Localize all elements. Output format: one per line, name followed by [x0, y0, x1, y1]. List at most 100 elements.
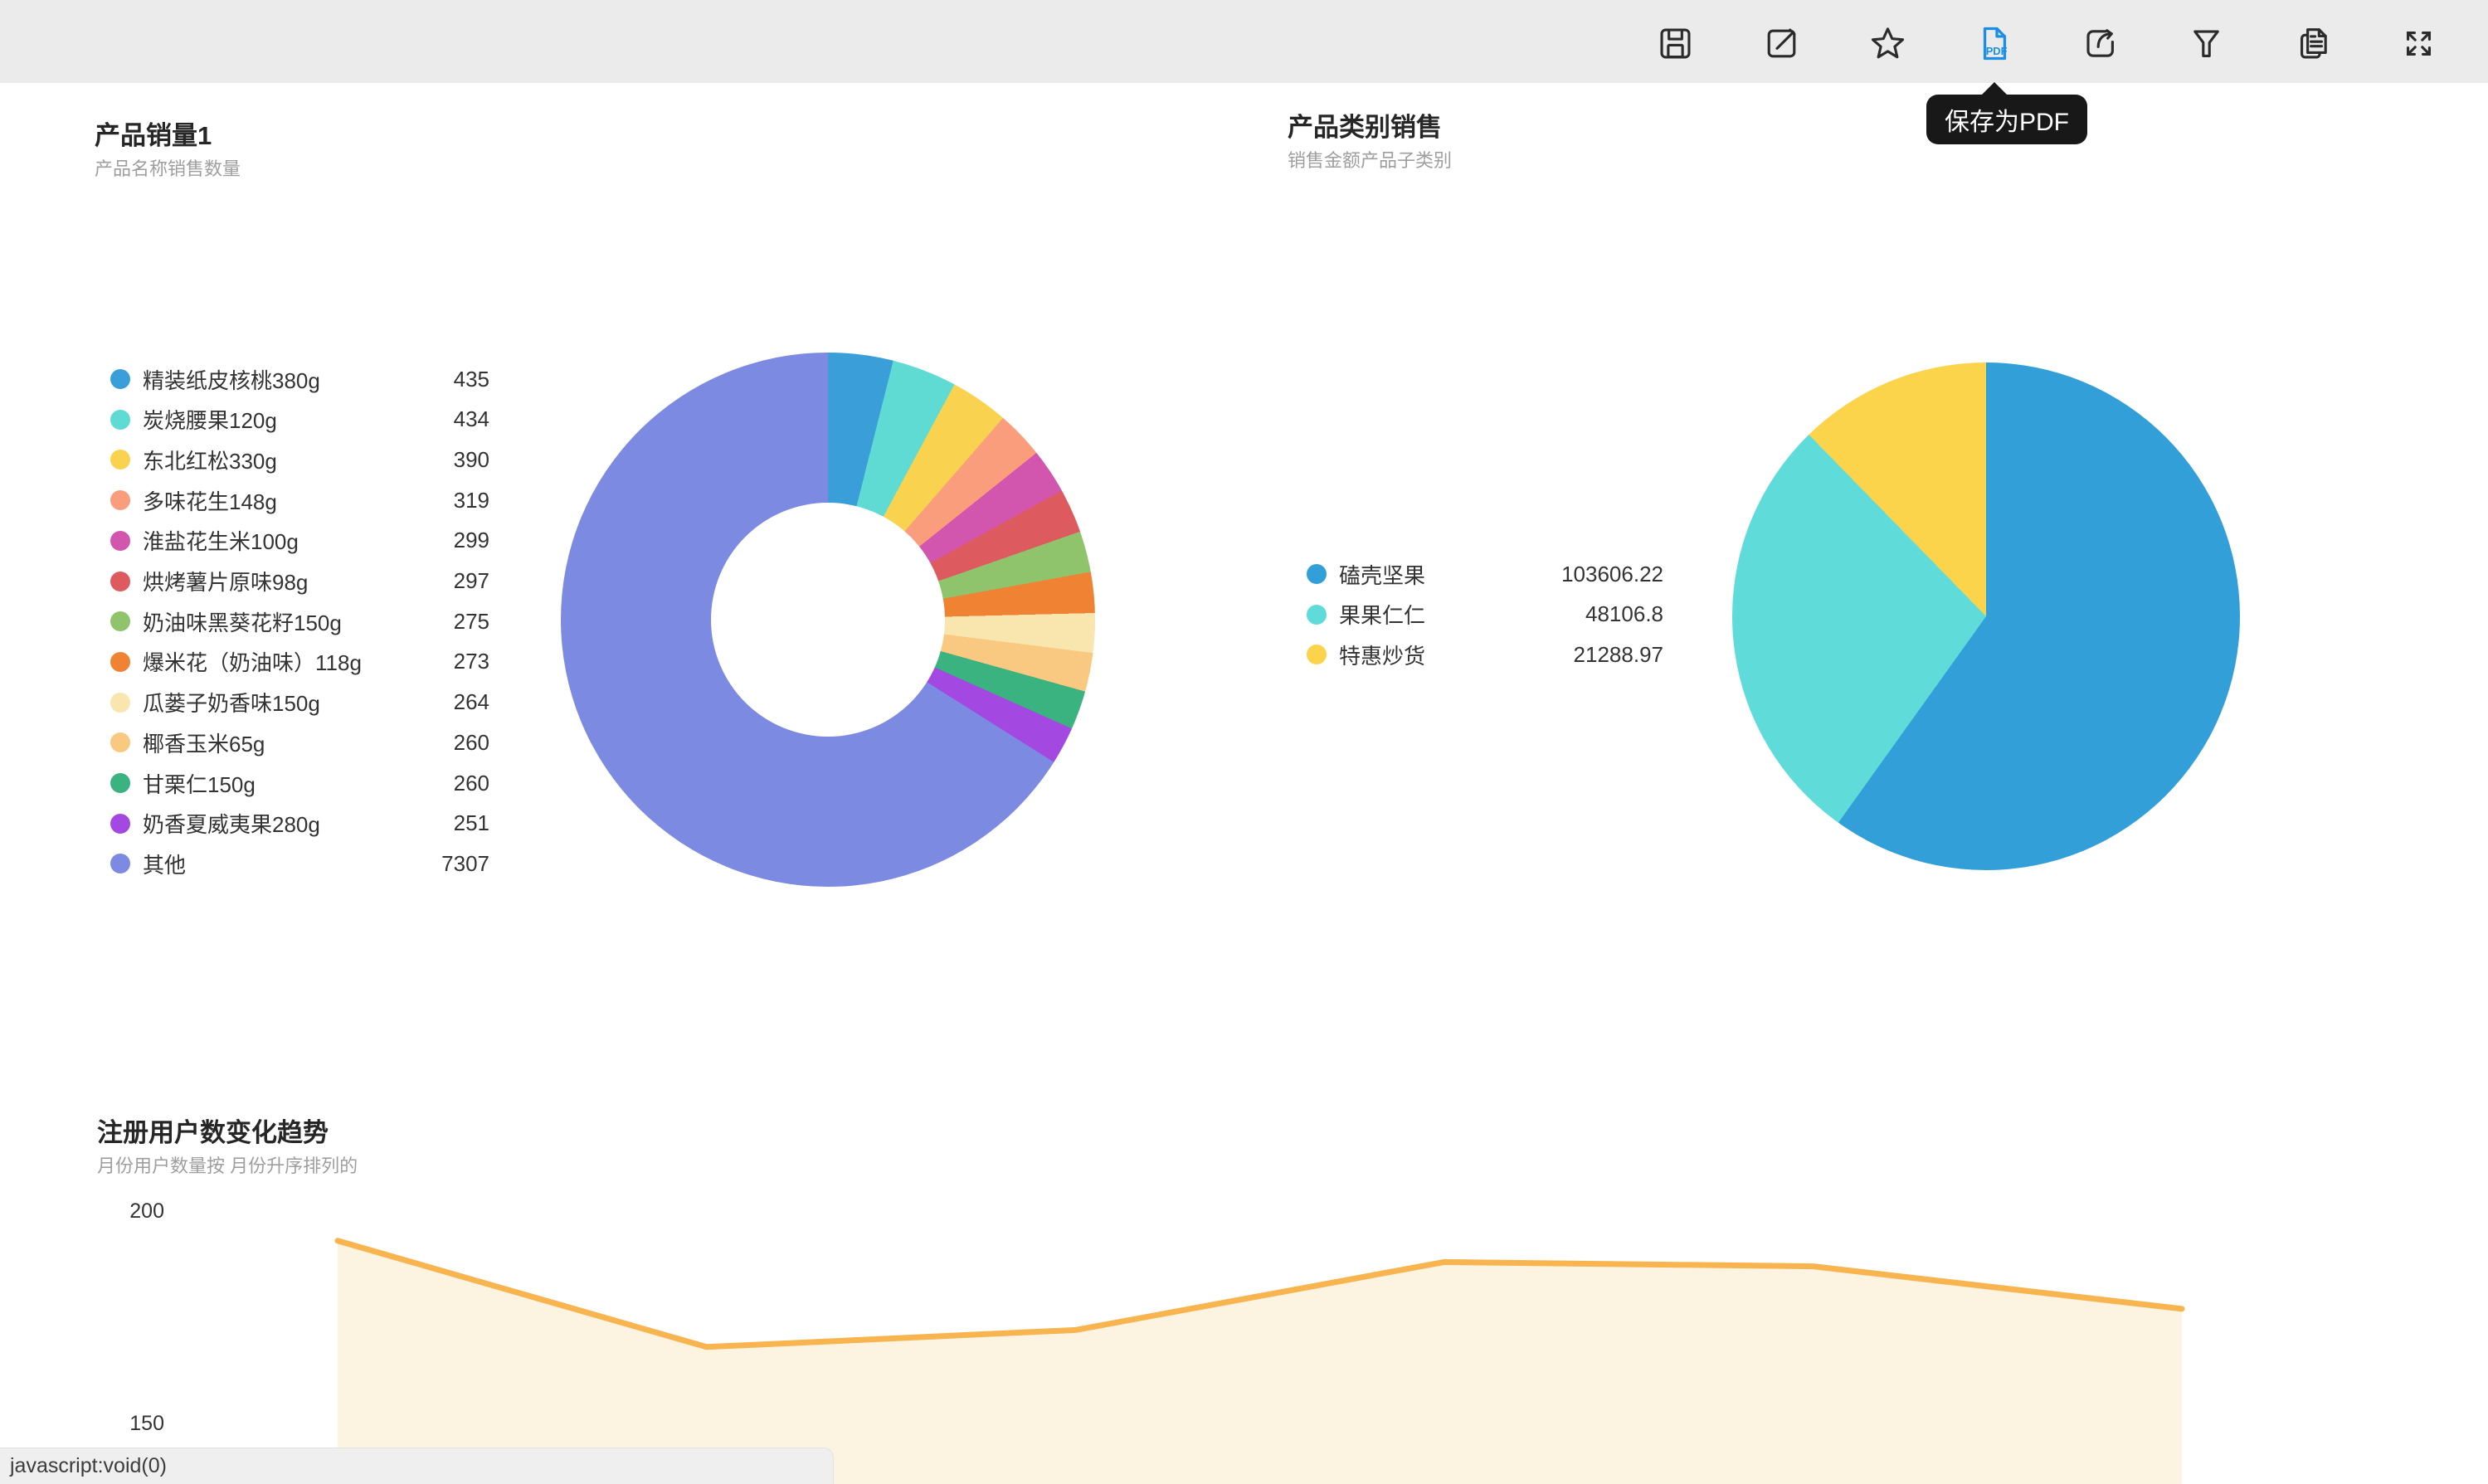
user-trend-area-chart[interactable]	[0, 1186, 2488, 1484]
legend-item[interactable]: 精装纸皮核桃380g 435	[110, 365, 489, 393]
legend-dot	[110, 369, 130, 389]
save-as-pdf-tooltip: 保存为PDF	[1926, 95, 2087, 144]
legend-value: 435	[454, 367, 489, 392]
legend-label: 淮盐花生米100g	[143, 525, 299, 556]
export-pdf-button[interactable]: PDF	[1970, 20, 2017, 66]
legend-dot	[110, 410, 130, 430]
legend-label: 椰香玉米65g	[143, 727, 265, 758]
category-sales-header: 产品类别销售 销售金额产品子类别	[1288, 113, 1452, 172]
status-bar: javascript:void(0)	[0, 1448, 834, 1484]
legend-dot	[110, 814, 130, 834]
legend-dot	[110, 572, 130, 591]
category-sales-subtitle: 销售金额产品子类别	[1288, 150, 1452, 172]
legend-item[interactable]: 瓜蒌子奶香味150g 264	[110, 688, 489, 717]
legend-item[interactable]: 淮盐花生米100g 299	[110, 527, 489, 555]
legend-value: 299	[454, 528, 489, 553]
legend-dot	[110, 773, 130, 793]
legend-dot	[110, 854, 130, 873]
save-button[interactable]	[1652, 20, 1698, 66]
legend-label: 炭烧腰果120g	[143, 404, 277, 435]
legend-item[interactable]: 椰香玉米65g 260	[110, 728, 489, 757]
legend-item[interactable]: 爆米花（奶油味）118g 273	[110, 648, 489, 676]
toolbar: PDF	[0, 0, 2488, 83]
favorite-button[interactable]	[1864, 20, 1911, 66]
filter-icon	[2187, 24, 2226, 63]
legend-label: 特惠炒货	[1339, 640, 1425, 670]
legend-label: 多味花生148g	[143, 485, 277, 516]
legend-label: 甘栗仁150g	[143, 768, 256, 799]
legend-label: 瓜蒌子奶香味150g	[143, 687, 320, 718]
category-sales-pie-chart[interactable]	[1732, 362, 2240, 870]
svg-text:PDF: PDF	[1985, 45, 2007, 57]
edit-icon	[1762, 24, 1801, 63]
legend-value: 260	[454, 771, 489, 796]
legend-label: 爆米花（奶油味）118g	[143, 646, 362, 677]
legend-value: 273	[454, 649, 489, 674]
legend-label: 奶油味黑葵花籽150g	[143, 606, 342, 637]
legend-item[interactable]: 果果仁仁 48106.8	[1307, 601, 1663, 629]
legend-label: 果果仁仁	[1339, 599, 1425, 630]
legend-item[interactable]: 炭烧腰果120g 434	[110, 406, 489, 434]
legend-dot	[1307, 645, 1327, 664]
fullscreen-button[interactable]	[2395, 20, 2442, 66]
legend-value: 319	[454, 488, 489, 513]
legend-value: 297	[454, 568, 489, 594]
user-trend-subtitle: 月份用户数量按 月份升序排列的	[97, 1156, 358, 1177]
legend-value: 251	[454, 810, 489, 836]
product-sales-subtitle: 产品名称销售数量	[95, 158, 241, 180]
legend-label: 磕壳坚果	[1339, 559, 1425, 590]
share-button[interactable]	[2077, 20, 2123, 66]
legend-item[interactable]: 奶香夏威夷果280g 251	[110, 810, 489, 838]
filter-button[interactable]	[2183, 20, 2229, 66]
legend-item[interactable]: 甘栗仁150g 260	[110, 769, 489, 797]
legend-value: 264	[454, 689, 489, 715]
user-trend-header: 注册用户数变化趋势 月份用户数量按 月份升序排列的	[97, 1118, 358, 1177]
legend-dot	[110, 652, 130, 672]
star-icon	[1868, 24, 1907, 63]
edit-button[interactable]	[1758, 20, 1804, 66]
legend-item[interactable]: 东北红松330g 390	[110, 445, 489, 474]
legend-dot	[110, 450, 130, 470]
product-sales-donut-chart[interactable]	[561, 353, 1095, 887]
legend-value: 390	[454, 447, 489, 473]
donut-hole	[711, 503, 945, 737]
tooltip-arrow	[1981, 82, 2008, 95]
legend-dot	[110, 490, 130, 510]
copy-icon	[2293, 24, 2332, 63]
legend-item[interactable]: 多味花生148g 319	[110, 486, 489, 514]
legend-item[interactable]: 特惠炒货 21288.97	[1307, 640, 1663, 669]
fullscreen-icon	[2399, 24, 2438, 63]
legend-value: 260	[454, 730, 489, 756]
legend-value: 7307	[441, 851, 489, 877]
legend-label: 其他	[143, 849, 186, 879]
legend-item[interactable]: 磕壳坚果 103606.22	[1307, 560, 1663, 588]
legend-label: 东北红松330g	[143, 445, 277, 475]
status-bar-text: javascript:void(0)	[10, 1454, 167, 1478]
product-sales-header: 产品销量1 产品名称销售数量	[95, 121, 241, 180]
legend-item[interactable]: 其他 7307	[110, 849, 489, 878]
legend-item[interactable]: 烘烤薯片原味98g 297	[110, 567, 489, 596]
legend-value: 275	[454, 609, 489, 635]
legend-dot	[110, 693, 130, 713]
legend-dot	[1307, 605, 1327, 625]
legend-dot	[110, 611, 130, 631]
save-icon	[1656, 24, 1695, 63]
legend-value: 48106.8	[1585, 601, 1663, 627]
category-sales-title: 产品类别销售	[1288, 113, 1452, 143]
legend-label: 烘烤薯片原味98g	[143, 566, 308, 596]
legend-dot	[110, 531, 130, 551]
legend-label: 奶香夏威夷果280g	[143, 808, 320, 839]
legend-value: 21288.97	[1574, 642, 1663, 668]
legend-item[interactable]: 奶油味黑葵花籽150g 275	[110, 607, 489, 635]
legend-value: 434	[454, 406, 489, 432]
product-sales-title: 产品销量1	[95, 121, 241, 151]
legend-dot	[1307, 564, 1327, 584]
pdf-icon: PDF	[1974, 24, 2013, 63]
legend-label: 精装纸皮核桃380g	[143, 364, 320, 395]
tooltip-text: 保存为PDF	[1945, 101, 2069, 138]
copy-button[interactable]	[2289, 20, 2335, 66]
legend-dot	[110, 732, 130, 752]
legend-value: 103606.22	[1561, 562, 1663, 587]
share-icon	[2081, 24, 2120, 63]
user-trend-title: 注册用户数变化趋势	[97, 1118, 358, 1148]
